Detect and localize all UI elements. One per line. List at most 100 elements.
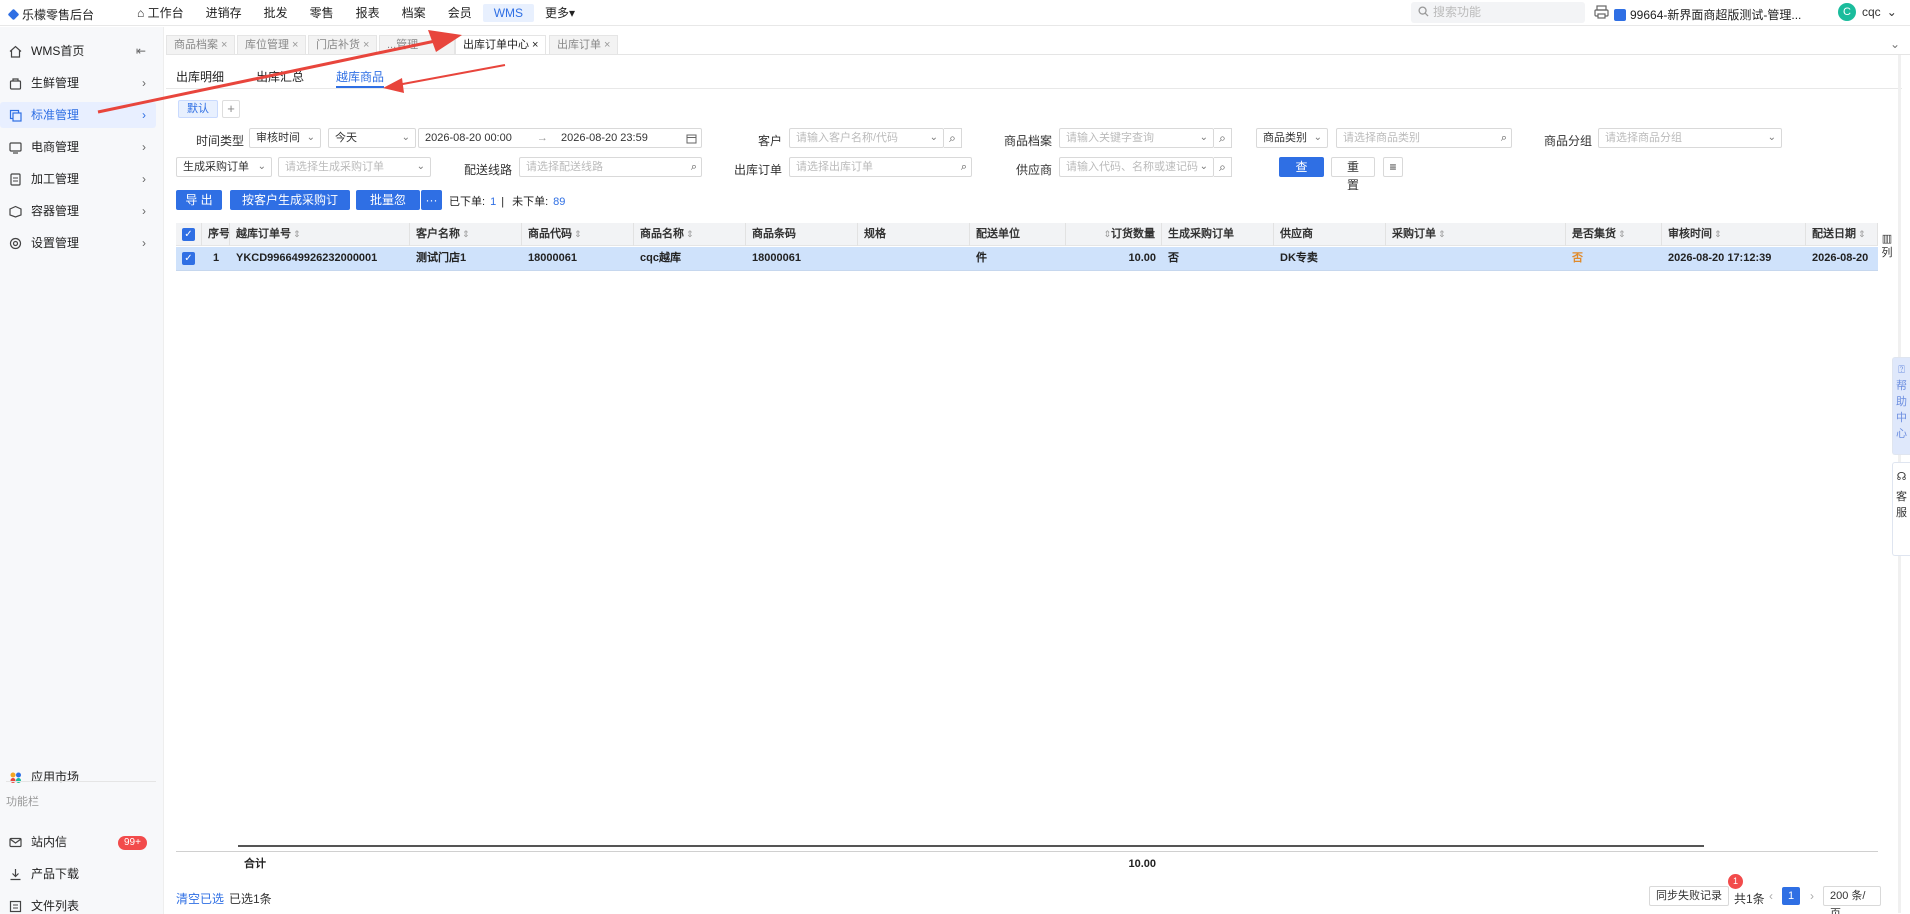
- column-settings-button[interactable]: ▥ 列: [1880, 232, 1894, 260]
- period-select[interactable]: 今天 ⌄: [328, 128, 416, 148]
- row-checkbox[interactable]: ✓: [176, 247, 202, 270]
- prev-page-icon[interactable]: ‹: [1769, 889, 1773, 903]
- sidebar-item-fresh[interactable]: 生鲜管理 ›: [0, 70, 156, 96]
- help-center-button[interactable]: ⍰ 帮助中心: [1892, 357, 1910, 455]
- tab-outbound-order[interactable]: 出库订单 ×: [549, 35, 619, 54]
- horizontal-scrollbar[interactable]: [238, 845, 1704, 847]
- product-group-select[interactable]: 请选择商品分组 ⌄: [1598, 128, 1782, 148]
- query-button[interactable]: 查 询: [1279, 157, 1324, 194]
- collapse-sidebar-icon[interactable]: ⇤: [136, 38, 146, 64]
- customer-select[interactable]: 请输入客户名称/代码 ⌄: [789, 128, 944, 148]
- export-button[interactable]: 导 出: [176, 190, 222, 210]
- nav-wholesale[interactable]: 批发: [253, 4, 299, 22]
- subtab-summary[interactable]: 出库汇总: [256, 68, 304, 88]
- tab-location[interactable]: 库位管理 ×: [237, 35, 307, 54]
- sidebar-item-downloads[interactable]: 产品下载: [0, 861, 156, 887]
- close-icon[interactable]: ×: [221, 39, 227, 51]
- nav-archives[interactable]: 档案: [391, 4, 437, 22]
- batch-ignore-button[interactable]: 批量忽略: [356, 190, 420, 227]
- ecommerce-icon: [9, 142, 22, 154]
- sidebar-item-settings[interactable]: 设置管理 ›: [0, 230, 156, 256]
- tab-outbound-center[interactable]: 出库订单中心 ×: [455, 35, 547, 54]
- more-actions-button[interactable]: ···: [421, 190, 442, 210]
- ordered-count[interactable]: 1: [490, 196, 496, 208]
- col-po[interactable]: 采购订单 ⇕: [1386, 223, 1566, 246]
- tab-replenish[interactable]: 门店补货 ×: [308, 35, 378, 54]
- col-customer[interactable]: 客户名称 ⇕: [410, 223, 522, 246]
- tab-product-file[interactable]: 商品档案 ×: [166, 35, 236, 54]
- close-icon[interactable]: ×: [292, 39, 298, 51]
- supplier-search-icon[interactable]: ⌕: [1214, 157, 1232, 177]
- help-icon: ⍰: [1898, 364, 1905, 376]
- subtab-detail[interactable]: 出库明细: [176, 68, 224, 88]
- product-category-select[interactable]: 请选择商品类别 ⌕: [1336, 128, 1512, 148]
- sort-icon: ⇕: [1618, 229, 1626, 239]
- search-icon: ⌕: [960, 161, 967, 173]
- po-generated-type-select[interactable]: 生成采购订单 ⌄: [176, 157, 272, 177]
- processing-icon: [10, 173, 21, 186]
- sidebar-item-messages[interactable]: 站内信 99+: [0, 829, 156, 855]
- next-page-icon[interactable]: ›: [1810, 889, 1814, 903]
- select-all-checkbox[interactable]: ✓: [176, 223, 202, 246]
- subtab-crossdock[interactable]: 越库商品: [336, 68, 385, 88]
- date-range-picker[interactable]: 2026-08-20 00:00 → 2026-08-20 23:59: [418, 128, 702, 148]
- route-select[interactable]: 请选择配送线路 ⌕: [519, 157, 702, 177]
- nav-wms[interactable]: WMS: [482, 4, 535, 22]
- function-search-input[interactable]: 搜索功能: [1411, 2, 1585, 23]
- col-audit-time[interactable]: 审核时间 ⇕: [1662, 223, 1806, 246]
- customer-search-icon[interactable]: ⌕: [944, 128, 962, 148]
- nav-inventory[interactable]: 进销存: [195, 4, 253, 22]
- customer-service-button[interactable]: ☊ 客服: [1892, 462, 1910, 556]
- clear-selection-link[interactable]: 清空已选: [176, 890, 224, 907]
- generate-po-button[interactable]: 按客户生成采购订单: [230, 190, 350, 227]
- sidebar-item-container[interactable]: 容器管理 ›: [0, 198, 156, 224]
- supplier-select[interactable]: 请输入代码、名称或速记码 ⌄: [1059, 157, 1214, 177]
- chevron-down-icon: ⌄: [1199, 161, 1208, 172]
- product-search-icon[interactable]: ⌕: [1214, 128, 1232, 148]
- product-file-select[interactable]: 请输入关键字查询 ⌄: [1059, 128, 1214, 148]
- tabs-dropdown-icon[interactable]: ⌄: [1890, 37, 1900, 51]
- sync-failed-button[interactable]: 同步失败记录: [1649, 886, 1729, 906]
- col-consolidate[interactable]: 是否集货 ⇕: [1566, 223, 1662, 246]
- outbound-order-select[interactable]: 请选择出库订单 ⌕: [789, 157, 972, 177]
- page-1-button[interactable]: 1: [1782, 887, 1800, 905]
- col-delivery-date[interactable]: 配送日期 ⇕: [1806, 223, 1878, 246]
- time-type-select[interactable]: 审核时间 ⌄: [249, 128, 321, 148]
- po-generated-select[interactable]: 请选择生成采购订单 ⌄: [278, 157, 431, 177]
- printer-icon[interactable]: [1594, 5, 1609, 19]
- sidebar-item-ecommerce[interactable]: 电商管理 ›: [0, 134, 156, 160]
- col-product-name[interactable]: 商品名称 ⇕: [634, 223, 746, 246]
- user-menu[interactable]: C cqc ⌄: [1838, 3, 1897, 21]
- table-row[interactable]: ✓ 1 YKCD996649926232000001 测试门店1 1800006…: [176, 247, 1878, 271]
- nav-reports[interactable]: 报表: [345, 4, 391, 22]
- brand[interactable]: 乐檬零售后台: [7, 6, 94, 23]
- add-view-icon[interactable]: +: [222, 100, 240, 118]
- product-category-type-select[interactable]: 商品类别 ⌄: [1256, 128, 1328, 148]
- close-icon[interactable]: ×: [363, 39, 369, 51]
- total-count: 共1条: [1734, 892, 1765, 906]
- sidebar-item-processing[interactable]: 加工管理 ›: [0, 166, 156, 192]
- reset-button[interactable]: 重 置: [1331, 157, 1375, 192]
- close-icon[interactable]: ×: [532, 39, 538, 51]
- store-selector[interactable]: 99664-新界面商超版测试-管理...: [1614, 6, 1801, 23]
- close-icon[interactable]: ×: [604, 39, 610, 51]
- default-view-chip[interactable]: 默认: [178, 100, 218, 118]
- nav-more[interactable]: 更多▾: [534, 4, 586, 22]
- nav-retail[interactable]: 零售: [299, 4, 345, 22]
- home-icon: ⌂: [137, 6, 148, 20]
- page-size-select[interactable]: 200 条/页 ⌄: [1823, 886, 1881, 914]
- sidebar-item-wms-home[interactable]: WMS首页 ⇤: [0, 38, 156, 64]
- unordered-count[interactable]: 89: [553, 196, 565, 208]
- nav-workbench[interactable]: ⌂ 工作台: [126, 4, 195, 22]
- sidebar-item-app-market[interactable]: 应用市场: [0, 764, 156, 790]
- chevron-right-icon: ›: [142, 172, 146, 186]
- sidebar-item-files[interactable]: 文件列表: [0, 893, 156, 914]
- col-qty[interactable]: ⇕订货数量: [1066, 223, 1162, 246]
- tab-hidden[interactable]: ...管理: [379, 35, 455, 54]
- col-crossdock-no[interactable]: 越库订单号 ⇕: [230, 223, 410, 246]
- chevron-right-icon: ›: [142, 236, 146, 250]
- filter-settings-icon[interactable]: ≡: [1383, 157, 1403, 177]
- sidebar-item-standard[interactable]: 标准管理 ›: [0, 102, 156, 128]
- col-product-code[interactable]: 商品代码 ⇕: [522, 223, 634, 246]
- nav-members[interactable]: 会员: [437, 4, 483, 22]
